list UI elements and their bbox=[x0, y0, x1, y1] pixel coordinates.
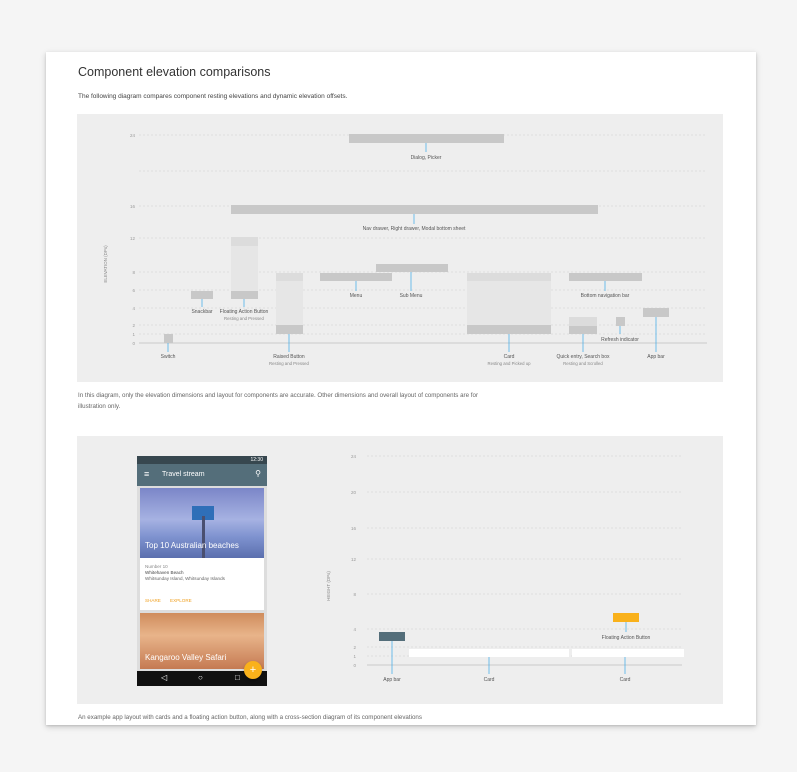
tick-label: 1 bbox=[132, 332, 135, 337]
menu-label: Menu bbox=[350, 293, 363, 299]
raised-pressed-bar bbox=[276, 273, 303, 281]
appbar-label: App bar bbox=[383, 677, 401, 683]
fab-label: Floating Action Button bbox=[602, 635, 651, 641]
card-picked-bar bbox=[467, 273, 551, 281]
tick-label: 24 bbox=[130, 133, 136, 138]
raised-label: Raised Button bbox=[273, 354, 305, 360]
menu-bar bbox=[320, 273, 392, 281]
pier-shape bbox=[202, 516, 205, 558]
phone-mockup: 12:30 ≡ Travel stream ⚲ Top 10 Australia… bbox=[137, 456, 267, 686]
elevation-diagram: ELEVATION (DPs) 0 1 2 4 6 8 12 16 24 Dia… bbox=[77, 114, 723, 382]
page-subtitle: The following diagram compares component… bbox=[78, 93, 348, 100]
back-icon[interactable]: ◁ bbox=[161, 673, 167, 682]
tick-label: 24 bbox=[351, 454, 357, 459]
card1-line2: Whitehaven Beach bbox=[145, 570, 184, 575]
fab-label: Floating Action Button bbox=[220, 309, 269, 315]
refresh-bar bbox=[616, 317, 625, 326]
tick-label: 0 bbox=[353, 663, 356, 668]
nav-drawer-bar bbox=[231, 205, 598, 214]
tick-label: 12 bbox=[130, 236, 136, 241]
fab-range bbox=[231, 246, 258, 291]
fab-pressed-bar bbox=[231, 237, 258, 246]
quick-entry-bar bbox=[569, 326, 597, 334]
fab-sublabel: Resting and Pressed bbox=[224, 316, 264, 321]
tick-label: 2 bbox=[132, 323, 135, 328]
raised-range bbox=[276, 281, 303, 325]
tick-label: 12 bbox=[351, 557, 357, 562]
gridlines bbox=[367, 455, 682, 657]
status-time: 12:30 bbox=[250, 457, 263, 463]
figure-caption-2: An example app layout with cards and a f… bbox=[78, 714, 422, 721]
tick-label: 16 bbox=[130, 204, 136, 209]
search-icon[interactable]: ⚲ bbox=[255, 469, 261, 478]
y-axis-label: HEIGHT (DPs) bbox=[326, 571, 331, 601]
tick-label: 4 bbox=[353, 627, 356, 632]
fab-bar bbox=[613, 613, 639, 622]
appbar-bar bbox=[643, 308, 669, 317]
safari-image: Kangaroo Valley Safari bbox=[140, 613, 264, 669]
app-layout-figure: 12:30 ≡ Travel stream ⚲ Top 10 Australia… bbox=[77, 436, 723, 704]
tick-label: 0 bbox=[132, 341, 135, 346]
card2-bar bbox=[572, 649, 684, 657]
status-bar: 12:30 bbox=[137, 456, 267, 464]
tick-label: 20 bbox=[351, 490, 357, 495]
card1-line1: Number 10 bbox=[145, 564, 168, 569]
quick-entry-label: Quick entry, Search box bbox=[557, 354, 610, 360]
card1-bar bbox=[409, 649, 569, 657]
raised-sublabel: Resting and Pressed bbox=[269, 361, 309, 366]
card1-body: Number 10 Whitehaven Beach Whitsunday Is… bbox=[140, 558, 264, 610]
appbar-bar bbox=[379, 632, 405, 641]
tick-label: 6 bbox=[132, 288, 135, 293]
card1-title: Top 10 Australian beaches bbox=[145, 541, 239, 550]
figure-caption-1: In this diagram, only the elevation dime… bbox=[78, 392, 479, 410]
recent-apps-icon[interactable]: □ bbox=[235, 673, 240, 682]
card2-title: Kangaroo Valley Safari bbox=[145, 653, 227, 662]
tick-label: 16 bbox=[351, 526, 357, 531]
page-title: Component elevation comparisons bbox=[78, 65, 271, 79]
app-title: Travel stream bbox=[162, 471, 205, 478]
card-label: Card bbox=[504, 354, 515, 360]
dialog-bar bbox=[349, 134, 504, 143]
sub-menu-label: Sub Menu bbox=[400, 293, 423, 299]
elevation-diagram-svg: ELEVATION (DPs) 0 1 2 4 6 8 12 16 24 Dia… bbox=[103, 133, 707, 366]
card-sublabel: Resting and Picked up bbox=[488, 361, 532, 366]
share-button[interactable]: SHARE bbox=[145, 598, 161, 603]
snackbar-label: Snackbar bbox=[191, 309, 212, 315]
tick-label: 2 bbox=[353, 645, 356, 650]
switch-label: Switch bbox=[161, 354, 176, 360]
y-axis-label: ELEVATION (DPs) bbox=[103, 245, 108, 283]
home-icon[interactable]: ○ bbox=[198, 673, 203, 682]
dialog-label: Dialog, Picker bbox=[411, 155, 442, 161]
content-card: Component elevation comparisons The foll… bbox=[46, 52, 756, 725]
quick-entry-sublabel: Resting and Scrolled bbox=[563, 361, 603, 366]
fab-bar bbox=[231, 291, 258, 299]
tick-label: 1 bbox=[353, 654, 356, 659]
card1-label: Card bbox=[484, 677, 495, 683]
beach-image: Top 10 Australian beaches bbox=[140, 488, 264, 558]
appbar-label: App bar bbox=[647, 354, 665, 360]
fab-button[interactable]: + bbox=[244, 661, 262, 679]
card2-label: Card bbox=[620, 677, 631, 683]
explore-button[interactable]: EXPLORE bbox=[170, 598, 192, 603]
tick-label: 8 bbox=[132, 270, 135, 275]
card-range bbox=[467, 281, 551, 325]
card1-line3: Whitsunday Island, Whitsunday Islands bbox=[145, 576, 225, 581]
bottom-nav-bar bbox=[569, 273, 642, 281]
snackbar-bar bbox=[191, 291, 213, 299]
app-bar: ≡ Travel stream ⚲ bbox=[137, 464, 267, 486]
nav-drawer-label: Nav drawer, Right drawer, Modal bottom s… bbox=[363, 226, 466, 232]
refresh-label: Refresh indicator bbox=[601, 337, 639, 343]
card-bar bbox=[467, 325, 551, 334]
raised-bar bbox=[276, 325, 303, 334]
bottom-nav-label: Bottom navigation bar bbox=[581, 293, 630, 299]
tick-label: 8 bbox=[353, 592, 356, 597]
sub-menu-bar bbox=[376, 264, 448, 272]
tick-label: 4 bbox=[132, 306, 135, 311]
gridlines bbox=[139, 134, 707, 335]
switch-bar bbox=[164, 334, 173, 343]
menu-icon[interactable]: ≡ bbox=[144, 470, 149, 479]
quick-entry-scrolled-bar bbox=[569, 317, 597, 326]
